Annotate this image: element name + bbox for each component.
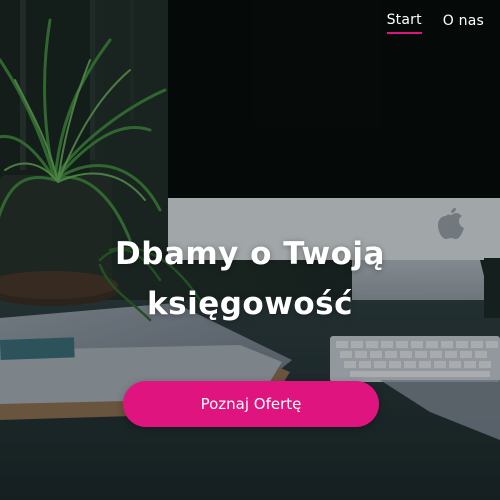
hero-headline-line-2: księgowość — [147, 285, 353, 322]
hero-section: Start O nas Dbamy o Twoją księgowość Poz… — [0, 0, 500, 500]
cta-poznaj-oferte-button[interactable]: Poznaj Ofertę — [123, 381, 379, 427]
hero-headline: Dbamy o Twoją księgowość — [0, 229, 500, 329]
nav-item-start[interactable]: Start — [386, 12, 422, 34]
top-nav: Start O nas — [386, 12, 484, 34]
hero-headline-line-1: Dbamy o Twoją — [115, 235, 385, 272]
nav-item-o-nas[interactable]: O nas — [443, 13, 484, 33]
